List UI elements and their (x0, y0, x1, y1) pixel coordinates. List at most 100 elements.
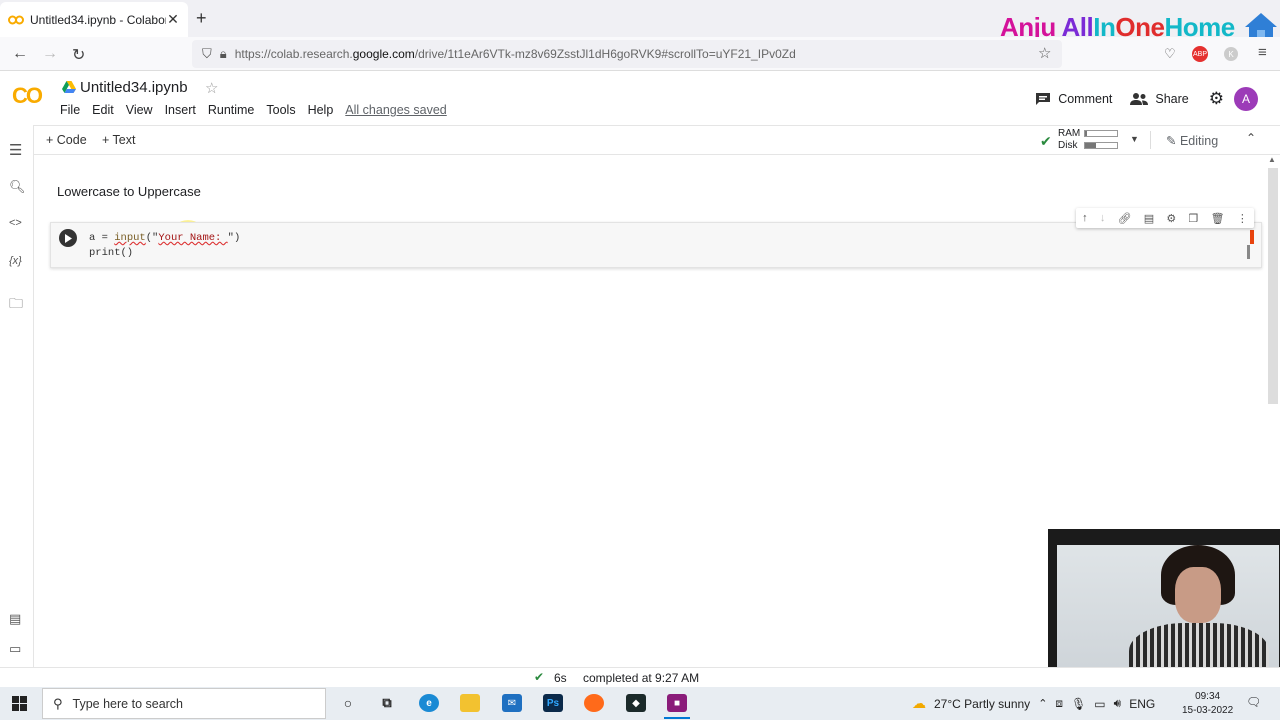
move-up-icon[interactable]: ↑ (1082, 212, 1088, 224)
command-palette-icon[interactable]: ▤ (9, 611, 21, 627)
share-button[interactable]: Share (1130, 92, 1189, 106)
menu-help[interactable]: Help (308, 103, 334, 117)
address-bar[interactable]: ⛉ 🔒︎ https://colab.research. google.com/d… (192, 40, 1062, 68)
code-string: Your Name: (158, 232, 228, 244)
battery-icon[interactable]: ▭ (1094, 697, 1105, 711)
pocket-icon[interactable]: ♡ (1164, 46, 1176, 62)
weather-text[interactable]: 27°C Partly sunny (934, 697, 1030, 711)
menu-file[interactable]: File (60, 103, 80, 117)
lock-icon: 🔒︎ (219, 46, 227, 61)
files-folder-icon[interactable]: 🗀 (9, 293, 23, 317)
search-icon[interactable]: 🔍︎ (9, 179, 26, 195)
menu-icon[interactable]: ≡ (1258, 44, 1267, 61)
colab-header: CO Untitled34.ipynb ☆ File Edit View Ins… (0, 71, 1280, 125)
browser-tab[interactable]: Untitled34.ipynb - Colaboratory ✕ (0, 2, 188, 37)
menu-bar: File Edit View Insert Runtime Tools Help… (60, 103, 459, 117)
new-tab-button[interactable]: + (196, 8, 207, 29)
comment-cell-icon[interactable]: ▤ (1144, 212, 1154, 225)
editing-mode-button[interactable]: ✎ Editing (1166, 133, 1218, 148)
mirror-cell-icon[interactable]: ❐ (1189, 212, 1199, 225)
ram-usage-bar[interactable] (1084, 130, 1118, 137)
disk-usage-bar[interactable] (1084, 142, 1118, 149)
windows-taskbar: ⚲ Type here to search ○ ⧉ e ✉ Ps ◆ ■ ☁ 2… (0, 687, 1280, 720)
user-avatar[interactable]: A (1234, 87, 1258, 111)
resources-dropdown-icon[interactable]: ▼ (1130, 134, 1139, 144)
status-bar: ✔ 6s completed at 9:27 AM (0, 667, 1280, 687)
header-actions: Comment Share ⚙ A (1027, 87, 1258, 111)
menu-tools[interactable]: Tools (266, 103, 295, 117)
save-status[interactable]: All changes saved (345, 103, 446, 117)
colab-favicon-icon (8, 12, 24, 28)
menu-insert[interactable]: Insert (165, 103, 196, 117)
code-line-1[interactable]: a = input("Your Name: ") (89, 232, 240, 244)
extension-icon[interactable]: K (1224, 47, 1238, 61)
text-cell-heading[interactable]: Lowercase to Uppercase (57, 184, 201, 199)
menu-view[interactable]: View (126, 103, 153, 117)
add-code-button[interactable]: + Code (46, 133, 87, 147)
back-arrow-icon[interactable]: ← (12, 45, 28, 63)
table-of-contents-icon[interactable]: ☰ (9, 141, 22, 159)
menu-runtime[interactable]: Runtime (208, 103, 255, 117)
clock-date: 15-03-2022 (1182, 705, 1234, 716)
file-explorer-icon[interactable] (460, 694, 480, 712)
mail-icon[interactable]: ✉ (502, 694, 522, 712)
recorder-app-icon[interactable]: ■ (667, 694, 687, 712)
windows-start-icon[interactable] (12, 696, 27, 711)
variables-icon[interactable]: {x} (9, 255, 22, 267)
colab-logo[interactable]: CO (12, 83, 43, 109)
webcam-overlay (1048, 529, 1280, 682)
browser-nav-bar: ← → ↻ ⛉ 🔒︎ https://colab.research. google… (0, 37, 1280, 71)
star-icon[interactable]: ☆ (205, 79, 218, 97)
menu-edit[interactable]: Edit (92, 103, 114, 117)
taskbar-search[interactable]: ⚲ Type here to search (42, 688, 326, 719)
taskbar-clock[interactable]: 09:34 15-03-2022 (1182, 690, 1233, 718)
firefox-icon[interactable] (584, 694, 604, 712)
weather-icon[interactable]: ☁ (912, 695, 926, 712)
network-icon[interactable]: ⧈ (1055, 696, 1063, 711)
code-snippets-icon[interactable]: <> (9, 217, 22, 229)
add-text-button[interactable]: + Text (102, 133, 135, 147)
cell-settings-icon[interactable]: ⚙ (1166, 212, 1176, 225)
link-icon[interactable]: 🔗︎ (1118, 212, 1132, 225)
code-open: (" (145, 232, 159, 244)
webcam-feed (1057, 545, 1279, 682)
collapse-header-icon[interactable]: ⌃ (1246, 131, 1256, 145)
notebook-toolbar: + Code + Text ✔ RAM Disk ▼ ✎ Editing ⌃ (34, 125, 1280, 155)
tab-close-icon[interactable]: ✕ (166, 11, 180, 28)
pencil-icon: ✎ (1166, 134, 1177, 148)
scroll-up-arrow-icon[interactable]: ▲ (1268, 155, 1276, 164)
people-icon (1130, 93, 1149, 105)
task-view-icon[interactable]: ⧉ (377, 694, 397, 712)
disk-usage-fill (1085, 143, 1097, 148)
comment-button[interactable]: Comment (1035, 92, 1112, 106)
edge-icon[interactable]: e (419, 694, 439, 712)
webcam-face (1175, 567, 1221, 623)
code-cell[interactable]: a = input("Your Name: ") print() (50, 222, 1262, 268)
scrollbar-thumb[interactable] (1268, 168, 1278, 404)
photoshop-icon[interactable]: Ps (543, 694, 563, 712)
code-assign: a = (89, 232, 115, 244)
delete-icon[interactable]: 🗑︎ (1211, 212, 1225, 225)
cortana-icon[interactable]: ○ (338, 694, 358, 712)
notebook-title[interactable]: Untitled34.ipynb (80, 79, 188, 96)
terminal-icon[interactable]: ▭ (9, 641, 21, 657)
url-domain: google.com (352, 47, 415, 61)
run-cell-button[interactable] (59, 229, 77, 247)
status-check-icon: ✔ (534, 670, 545, 684)
forward-arrow-icon[interactable]: → (42, 45, 58, 63)
code-line-2[interactable]: print() (89, 247, 133, 259)
language-indicator[interactable]: ENG (1129, 697, 1155, 711)
status-message[interactable]: completed at 9:27 AM (583, 671, 699, 685)
move-down-icon[interactable]: ↓ (1100, 212, 1106, 224)
bookmark-star-icon[interactable]: ☆ (1038, 44, 1051, 62)
settings-gear-icon[interactable]: ⚙ (1209, 89, 1224, 109)
play-icon (65, 233, 72, 243)
more-options-icon[interactable]: ⋮ (1237, 212, 1248, 225)
microphone-icon[interactable]: 🎙︎ (1071, 697, 1086, 711)
volume-icon[interactable]: 🔊︎ (1114, 696, 1122, 711)
filmora-icon[interactable]: ◆ (626, 694, 646, 712)
notifications-icon[interactable]: 🗨︎ (1246, 695, 1261, 709)
adblock-icon[interactable]: ABP (1192, 46, 1208, 62)
reload-icon[interactable]: ↻ (72, 45, 85, 65)
show-hidden-icons[interactable]: ⌃ (1038, 697, 1047, 710)
